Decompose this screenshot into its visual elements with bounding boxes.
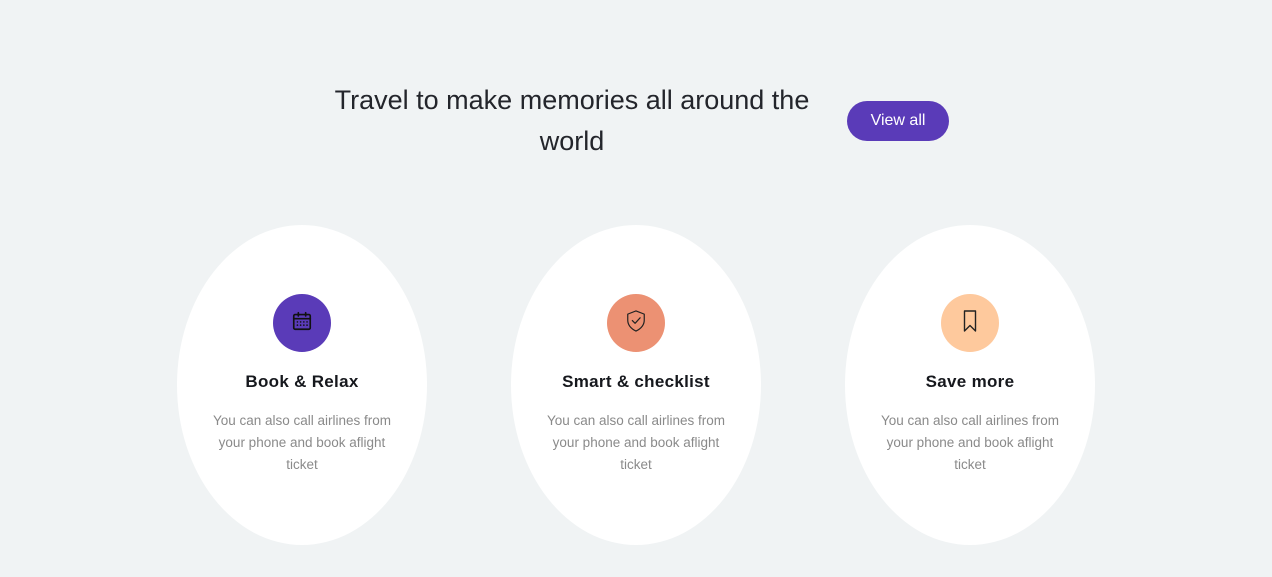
feature-card-save-more: Save more You can also call airlines fro… [845,225,1095,545]
section-headline: Travel to make memories all around the w… [334,85,810,156]
card-description: You can also call airlines from your pho… [212,413,392,472]
card-title: Save more [925,372,1015,391]
card-title: Smart & checklist [562,372,710,391]
card-title: Book & Relax [245,372,359,391]
shield-check-icon [625,309,647,338]
features-section: Travel to make memories all around the w… [0,0,1272,577]
card-description: You can also call airlines from your pho… [880,413,1060,472]
calendar-icon-badge [273,294,331,352]
calendar-icon [291,310,313,337]
shield-check-icon-badge [607,294,665,352]
bookmark-icon [961,309,979,338]
view-all-button[interactable]: View all [847,101,949,141]
card-description: You can also call airlines from your pho… [546,413,726,472]
bookmark-icon-badge [941,294,999,352]
feature-card-smart-checklist: Smart & checklist You can also call airl… [511,225,761,545]
feature-card-book-relax: Book & Relax You can also call airlines … [177,225,427,545]
